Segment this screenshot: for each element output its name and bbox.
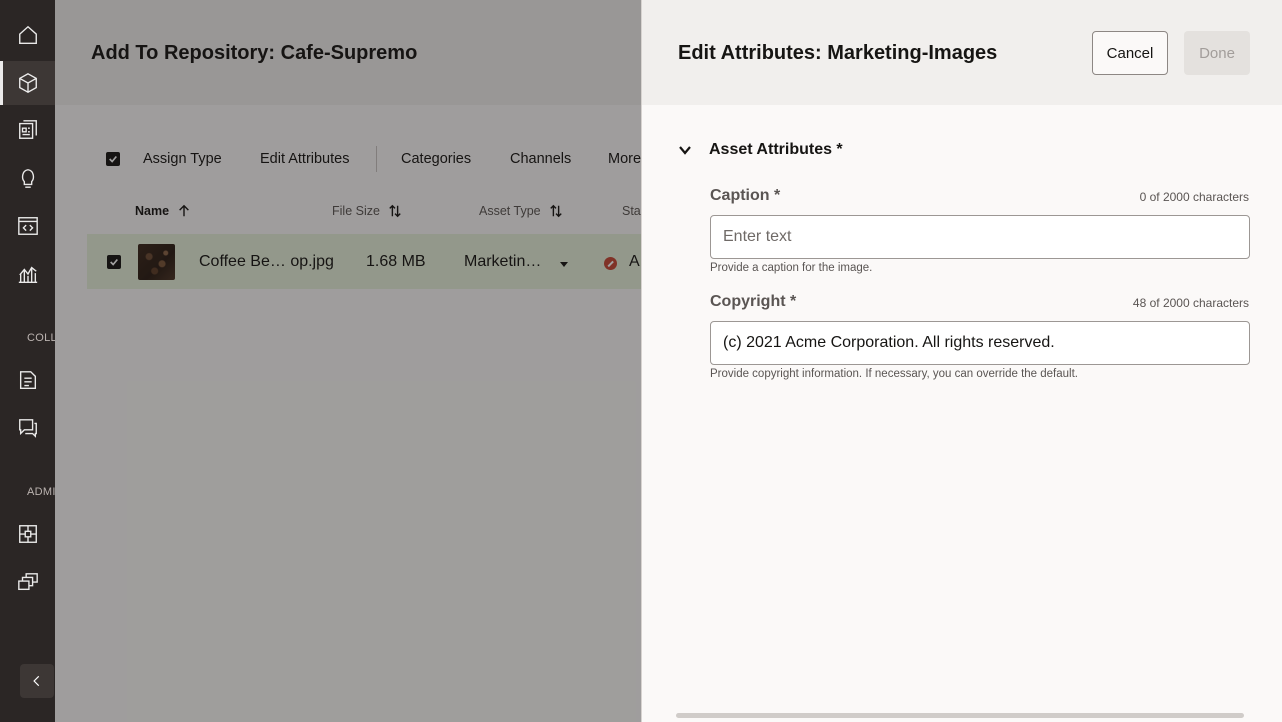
nav-home[interactable] <box>0 13 55 57</box>
caption-char-count: 0 of 2000 characters <box>1139 190 1249 204</box>
drawer-header: Edit Attributes: Marketing-Images Cancel… <box>642 0 1282 105</box>
modal-scrim[interactable] <box>55 0 641 722</box>
drawer-title: Edit Attributes: Marketing-Images <box>678 42 998 64</box>
section-title: Asset Attributes * <box>709 141 843 158</box>
home-icon <box>18 25 37 44</box>
main-page: Add To Repository: Cafe-Supremo Assign T… <box>55 0 641 722</box>
layers-icon <box>17 573 38 591</box>
horizontal-scrollbar[interactable] <box>676 713 1244 718</box>
chevron-down-icon <box>679 146 691 155</box>
done-button[interactable]: Done <box>1184 31 1250 75</box>
nav-developer[interactable] <box>0 204 55 248</box>
copyright-input[interactable]: (c) 2021 Acme Corporation. All rights re… <box>710 321 1250 365</box>
nav-integrations[interactable] <box>0 512 55 556</box>
asset-attributes-section-toggle[interactable]: Asset Attributes * <box>678 141 843 159</box>
edit-attributes-drawer: Edit Attributes: Marketing-Images Cancel… <box>641 0 1282 722</box>
nav-section-collections: COLL <box>27 332 55 344</box>
documents-icon <box>18 120 37 139</box>
nav-rail: COLL ADMI <box>0 0 55 722</box>
copyright-help-text: Provide copyright information. If necess… <box>710 368 1078 380</box>
code-page-icon <box>17 217 38 235</box>
nav-system[interactable] <box>0 560 55 604</box>
nav-documents[interactable] <box>0 108 55 152</box>
rail-collapse-button[interactable] <box>20 664 54 698</box>
caption-input[interactable]: Enter text <box>710 215 1250 259</box>
nav-analytics[interactable] <box>0 252 55 296</box>
nav-section-admin: ADMI <box>27 486 55 498</box>
analytics-icon <box>18 266 37 283</box>
nav-conversations[interactable] <box>0 406 55 450</box>
collection-doc-icon <box>19 371 36 389</box>
chevron-left-icon <box>33 675 40 687</box>
copyright-label: Copyright * <box>710 293 797 310</box>
nav-collection-items[interactable] <box>0 358 55 402</box>
nav-assets[interactable] <box>0 61 55 105</box>
caption-label: Caption * <box>710 187 781 204</box>
lightbulb-icon <box>21 169 34 188</box>
nav-ideas[interactable] <box>0 156 55 200</box>
caption-help-text: Provide a caption for the image. <box>710 262 873 274</box>
copyright-char-count: 48 of 2000 characters <box>1132 296 1249 310</box>
cube-icon <box>18 73 37 93</box>
cancel-button[interactable]: Cancel <box>1092 31 1168 75</box>
conversation-icon <box>18 419 37 438</box>
integration-icon <box>18 525 37 543</box>
